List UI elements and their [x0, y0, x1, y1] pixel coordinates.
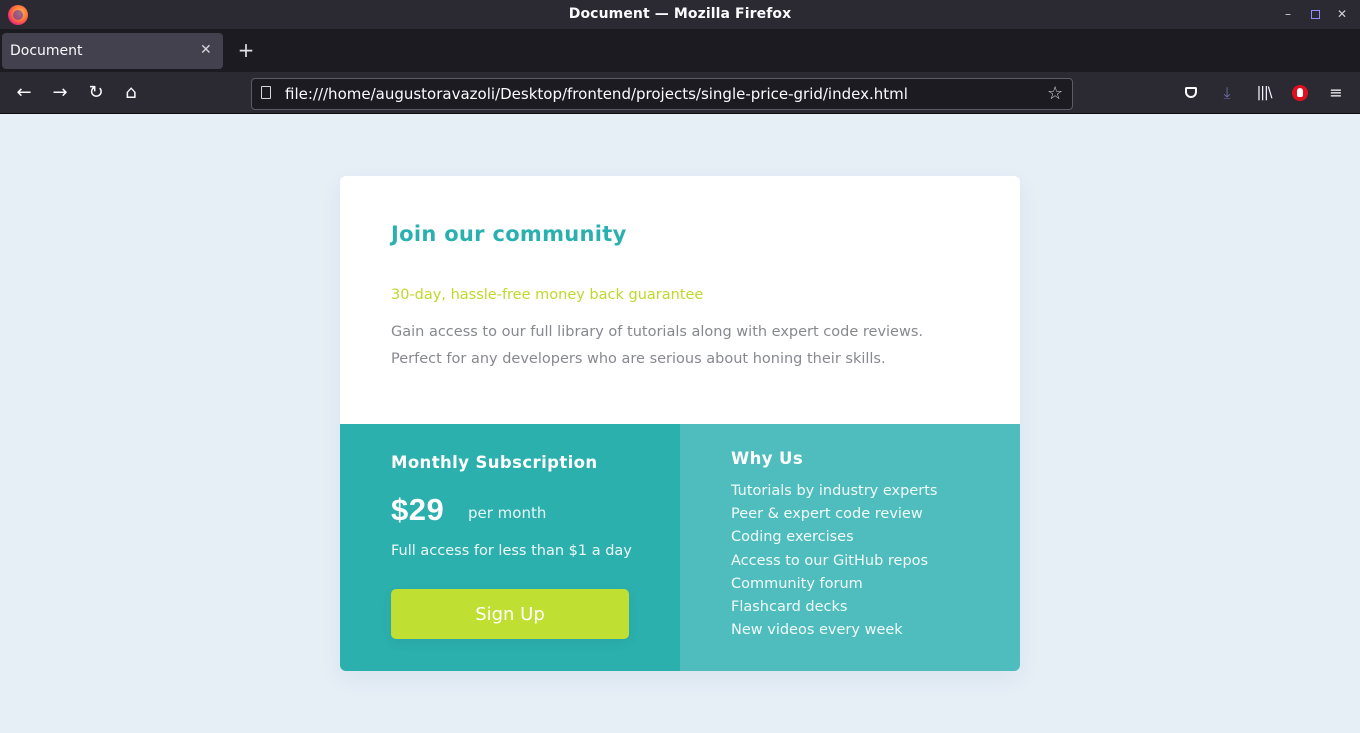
why-us-title: Why Us — [731, 449, 804, 468]
list-item: New videos every week — [731, 622, 903, 639]
list-item: Coding exercises — [731, 529, 854, 546]
reload-icon[interactable]: ↻ — [86, 83, 106, 103]
arrow-left-icon[interactable]: ← — [14, 83, 34, 103]
url-bar[interactable]: file:///home/augustoravazoli/Desktop/fro… — [251, 78, 1073, 110]
price-value: $29 — [391, 492, 445, 527]
maximize-icon[interactable] — [1308, 7, 1322, 21]
tab-strip: Document ✕ + — [0, 29, 1360, 72]
minimize-icon[interactable]: – — [1281, 7, 1295, 21]
subscription-title: Monthly Subscription — [391, 453, 598, 472]
ublock-icon[interactable] — [1290, 83, 1310, 103]
list-item: Community forum — [731, 575, 863, 592]
access-text: Full access for less than $1 a day — [391, 543, 632, 559]
page-viewport: Join our community 30-day, hassle-free m… — [0, 114, 1360, 733]
list-item: Tutorials by industry experts — [731, 483, 938, 499]
guarantee-text: 30-day, hassle-free money back guarantee — [391, 287, 704, 303]
page-icon — [261, 86, 271, 99]
why-us-section: Why Us Tutorials by industry experts Pee… — [680, 424, 1020, 671]
hamburger-menu-icon[interactable]: ≡ — [1326, 83, 1346, 103]
library-icon[interactable]: |||\ — [1254, 83, 1274, 103]
tab-document[interactable]: Document ✕ — [2, 33, 223, 69]
url-text[interactable]: file:///home/augustoravazoli/Desktop/fro… — [285, 85, 908, 103]
subscription-section: Monthly Subscription $29 per month Full … — [340, 424, 680, 671]
tab-label: Document — [10, 43, 83, 59]
download-icon[interactable]: ⤓ — [1217, 83, 1237, 103]
navigation-toolbar: ← → ↻ ⌂ file:///home/augustoravazoli/Des… — [0, 72, 1360, 114]
community-section: Join our community 30-day, hassle-free m… — [340, 176, 1020, 424]
list-item: Access to our GitHub repos — [731, 552, 929, 569]
close-icon[interactable]: ✕ — [200, 42, 212, 58]
window-title: Document — Mozilla Firefox — [568, 6, 792, 22]
description-text: Gain access to our full library of tutor… — [391, 324, 924, 367]
plus-icon[interactable]: + — [236, 40, 256, 60]
arrow-right-icon[interactable]: → — [50, 83, 70, 103]
home-icon[interactable]: ⌂ — [121, 83, 141, 103]
window-titlebar: Document — Mozilla Firefox – ✕ — [0, 0, 1360, 29]
pocket-icon[interactable] — [1181, 83, 1201, 103]
list-item: Flashcard decks — [731, 598, 848, 615]
price-period: per month — [468, 504, 547, 522]
why-us-list: Tutorials by industry experts Peer & exp… — [731, 480, 937, 642]
sign-up-button[interactable]: Sign Up — [391, 589, 629, 639]
page-title: Join our community — [391, 222, 627, 246]
close-icon[interactable]: ✕ — [1335, 7, 1349, 21]
star-icon[interactable]: ☆ — [1047, 83, 1063, 104]
price-card: Join our community 30-day, hassle-free m… — [340, 176, 1020, 671]
list-item: Peer & expert code review — [731, 506, 923, 523]
